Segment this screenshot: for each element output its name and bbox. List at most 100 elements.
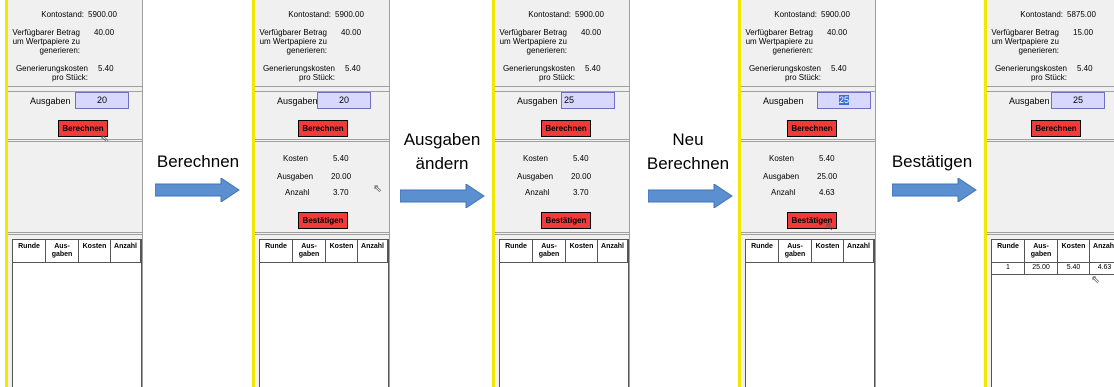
kontostand-value: 5900.00 [821, 10, 850, 19]
ausgaben-input[interactable]: 25 [1051, 92, 1105, 109]
ausgaben-label: Ausgaben [763, 96, 804, 106]
genkosten-label: Generierungskosten pro Stück: [262, 64, 335, 82]
history-table: Runde Aus-gaben Kosten Anzahl [499, 239, 629, 387]
ausgaben-label: Ausgaben [1009, 96, 1050, 106]
input-section: Ausgaben 25 Berechnen [495, 91, 629, 140]
genkosten-value: 5.40 [345, 64, 361, 73]
table-section: Runde Aus-gaben Kosten Anzahl [8, 234, 142, 387]
ausgaben-label: Ausgaben [30, 96, 71, 106]
betrag-label: Verfügbarer Betrag um Wertpapiere zu gen… [499, 28, 567, 55]
col-runde: Runde [992, 240, 1025, 262]
berechnen-button[interactable]: Berechnen [1031, 120, 1081, 137]
transition-label-3: Neu Berechnen [646, 130, 730, 173]
input-section: Ausgaben 20 Berechnen ⇖ [8, 91, 142, 145]
col-runde: Runde [500, 240, 533, 262]
anzahl-value: 3.70 [333, 188, 349, 197]
betrag-value: 40.00 [94, 28, 115, 37]
mouse-cursor-icon: ⇖ [373, 183, 383, 195]
col-kosten: Kosten [79, 240, 111, 262]
table-header: Runde Aus-gaben Kosten Anzahl [992, 240, 1114, 263]
betrag-value: 40.00 [581, 28, 602, 37]
info-section: Kontostand: 5875.00 Verfügbarer Betrag u… [987, 0, 1114, 87]
table-header: Runde Aus-gaben Kosten Anzahl [500, 240, 628, 263]
col-kosten: Kosten [1058, 240, 1090, 262]
genkosten-value: 5.40 [1077, 64, 1093, 73]
bestaetigen-button[interactable]: Bestätigen [541, 212, 591, 229]
result-section: Kosten 5.40 Ausgaben 20.00 Anzahl 3.70 B… [495, 141, 629, 233]
anzahl-label: Anzahl [285, 188, 310, 197]
col-anzahl: Anzahl [844, 240, 874, 262]
kosten-value: 5.40 [333, 154, 349, 163]
kosten-label: Kosten [769, 154, 794, 163]
info-section: Kontostand: 5900.00 Verfügbarer Betrag u… [8, 0, 142, 87]
col-anzahl: Anzahl [598, 240, 628, 262]
arrow-right-icon [648, 184, 733, 208]
history-table: Runde Aus-gaben Kosten Anzahl 1 25.00 5.… [991, 239, 1114, 387]
table-header: Runde Aus-gaben Kosten Anzahl [746, 240, 874, 263]
kontostand-value: 5900.00 [575, 10, 604, 19]
kontostand-label: Kontostand: [528, 10, 571, 19]
col-ausgaben: Aus-gaben [779, 240, 812, 262]
panel-step-3: Kontostand: 5900.00 Verfügbarer Betrag u… [492, 0, 630, 387]
ausgaben-result-label: Ausgaben [517, 172, 554, 181]
ausgaben-result-value: 20.00 [331, 172, 352, 181]
info-section: Kontostand: 5900.00 Verfügbarer Betrag u… [255, 0, 389, 87]
betrag-label: Verfügbarer Betrag um Wertpapiere zu gen… [259, 28, 327, 55]
panel-step-4: Kontostand: 5900.00 Verfügbarer Betrag u… [738, 0, 876, 387]
col-anzahl: Anzahl [111, 240, 141, 262]
ausgaben-result-label: Ausgaben [277, 172, 314, 181]
input-section: Ausgaben 20 Berechnen [255, 91, 389, 140]
berechnen-button[interactable]: Berechnen [541, 120, 591, 137]
kontostand-label: Kontostand: [288, 10, 331, 19]
genkosten-value: 5.40 [831, 64, 847, 73]
col-anzahl: Anzahl [358, 240, 388, 262]
bestaetigen-button[interactable]: Bestätigen [298, 212, 348, 229]
table-section: Runde Aus-gaben Kosten Anzahl [741, 234, 875, 387]
berechnen-button[interactable]: Berechnen [298, 120, 348, 137]
cell-runde: 1 [992, 263, 1025, 274]
ausgaben-result-value: 20.00 [571, 172, 592, 181]
result-section: Kosten 5.40 Ausgaben 20.00 Anzahl 3.70 ⇖… [255, 141, 389, 233]
genkosten-label: Generierungskosten pro Stück: [15, 64, 88, 82]
panel-step-5: Kontostand: 5875.00 Verfügbarer Betrag u… [984, 0, 1114, 387]
betrag-label: Verfügbarer Betrag um Wertpapiere zu gen… [991, 28, 1059, 55]
anzahl-label: Anzahl [525, 188, 550, 197]
panel-step-1: Kontostand: 5900.00 Verfügbarer Betrag u… [5, 0, 143, 387]
result-section [987, 141, 1114, 233]
genkosten-value: 5.40 [585, 64, 601, 73]
table-section: Runde Aus-gaben Kosten Anzahl [255, 234, 389, 387]
table-section: Runde Aus-gaben Kosten Anzahl [495, 234, 629, 387]
kosten-value: 5.40 [819, 154, 835, 163]
genkosten-label: Generierungskosten pro Stück: [748, 64, 821, 82]
table-header: Runde Aus-gaben Kosten Anzahl [260, 240, 388, 263]
input-section: Ausgaben 25 Berechnen [987, 91, 1114, 140]
mouse-cursor-icon: ⇖ [1091, 274, 1101, 286]
col-ausgaben: Aus-gaben [293, 240, 326, 262]
col-anzahl: Anzahl [1090, 240, 1114, 262]
genkosten-value: 5.40 [98, 64, 114, 73]
input-section: Ausgaben 25 Berechnen [741, 91, 875, 140]
ausgaben-label: Ausgaben [277, 96, 318, 106]
betrag-label: Verfügbarer Betrag um Wertpapiere zu gen… [745, 28, 813, 55]
table-header: Runde Aus-gaben Kosten Anzahl [13, 240, 141, 263]
arrow-right-icon [400, 184, 485, 208]
betrag-value: 15.00 [1073, 28, 1094, 37]
kontostand-value: 5900.00 [88, 10, 117, 19]
panel-step-2: Kontostand: 5900.00 Verfügbarer Betrag u… [252, 0, 390, 387]
ausgaben-input[interactable]: 25 [817, 92, 871, 109]
kontostand-label: Kontostand: [774, 10, 817, 19]
anzahl-value: 4.63 [819, 188, 835, 197]
kontostand-value: 5875.00 [1067, 10, 1096, 19]
ausgaben-input[interactable]: 25 [561, 92, 615, 109]
cell-ausgaben: 25.00 [1025, 263, 1058, 274]
selected-text: 25 [838, 95, 849, 105]
info-section: Kontostand: 5900.00 Verfügbarer Betrag u… [495, 0, 629, 87]
table-section: Runde Aus-gaben Kosten Anzahl 1 25.00 5.… [987, 234, 1114, 387]
ausgaben-input[interactable]: 20 [317, 92, 371, 109]
ausgaben-input[interactable]: 20 [75, 92, 129, 109]
transition-label-4: Bestätigen [891, 152, 973, 171]
col-ausgaben: Aus-gaben [533, 240, 566, 262]
history-table: Runde Aus-gaben Kosten Anzahl [745, 239, 875, 387]
ausgaben-result-value: 25.00 [817, 172, 838, 181]
berechnen-button[interactable]: Berechnen [787, 120, 837, 137]
